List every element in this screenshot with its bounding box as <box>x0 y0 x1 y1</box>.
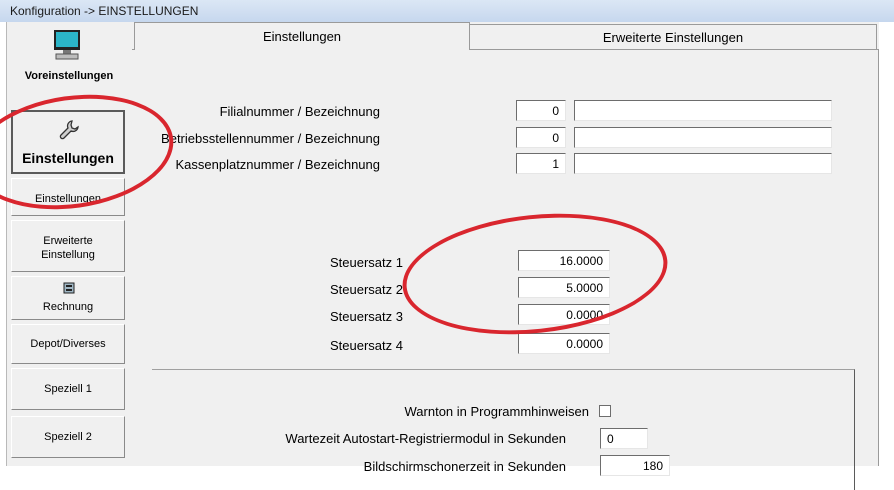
filial-number-input[interactable] <box>516 100 566 121</box>
sidebar-item-einstellungen[interactable]: Einstellungen <box>11 110 125 174</box>
sidebar-item-depot[interactable]: Depot/Diverses <box>11 324 125 364</box>
sidebar-item-einstellungen-sub[interactable]: Einstellungen <box>11 178 125 216</box>
sidebar: Voreinstellungen Einstellungen Einstellu… <box>7 22 132 466</box>
steuersatz-4-input[interactable] <box>518 333 610 354</box>
steuersatz-2-label: Steuersatz 2 <box>330 282 403 297</box>
steuersatz-3-input[interactable] <box>518 304 610 325</box>
sidebar-item-label: Erweiterte <box>43 235 93 247</box>
kassen-number-input[interactable] <box>516 153 566 174</box>
tab-erweiterte-einstellungen[interactable]: Erweiterte Einstellungen <box>469 24 877 49</box>
main-panel: Einstellungen Erweiterte Einstellungen F… <box>132 22 879 490</box>
title-bar: Konfiguration -> EINSTELLUNGEN <box>0 0 894 22</box>
tab-label: Einstellungen <box>262 29 342 44</box>
betrieb-number-input[interactable] <box>516 127 566 148</box>
sidebar-item-label: Einstellung <box>41 249 95 261</box>
invoice-icon <box>63 282 75 297</box>
sidebar-item-speziell2[interactable]: Speziell 2 <box>11 416 125 458</box>
sidebar-item-label: Depot/Diverses <box>30 338 106 350</box>
betrieb-label: Betriebsstellennummer / Bezeichnung <box>161 131 380 146</box>
steuersatz-1-label: Steuersatz 1 <box>330 255 403 270</box>
config-window: Voreinstellungen Einstellungen Einstellu… <box>6 22 879 490</box>
sidebar-item-label: Speziell 1 <box>44 383 92 395</box>
sidebar-item-label: Speziell 2 <box>44 431 92 443</box>
steuersatz-2-input[interactable] <box>518 277 610 298</box>
kassen-label: Kassenplatznummer / Bezeichnung <box>175 157 380 172</box>
kassen-name-input[interactable] <box>574 153 832 174</box>
options-group: Warnton in Programmhinweisen Wartezeit A… <box>152 369 855 490</box>
filial-label: Filialnummer / Bezeichnung <box>219 104 380 119</box>
steuersatz-3-label: Steuersatz 3 <box>330 309 403 324</box>
window-title: Konfiguration -> EINSTELLUNGEN <box>10 4 199 18</box>
filial-name-input[interactable] <box>574 100 832 121</box>
betrieb-name-input[interactable] <box>574 127 832 148</box>
wartezeit-label: Wartezeit Autostart-Registriermodul in S… <box>285 431 566 446</box>
wartezeit-input[interactable] <box>600 428 648 449</box>
sidebar-item-erweiterte[interactable]: Erweiterte Einstellung <box>11 220 125 272</box>
sidebar-item-label: Einstellungen <box>34 193 102 205</box>
tab-einstellungen[interactable]: Einstellungen <box>134 22 470 50</box>
warnton-label: Warnton in Programmhinweisen <box>404 404 589 419</box>
warnton-checkbox[interactable] <box>599 405 611 417</box>
sidebar-item-voreinstellungen[interactable]: Voreinstellungen <box>10 24 128 86</box>
sidebar-item-speziell1[interactable]: Speziell 1 <box>11 368 125 410</box>
bildschirmschoner-label: Bildschirmschonerzeit in Sekunden <box>363 459 566 474</box>
computer-icon <box>50 28 84 65</box>
sidebar-item-label: Rechnung <box>42 301 94 313</box>
steuersatz-4-label: Steuersatz 4 <box>330 338 403 353</box>
sidebar-item-label: Voreinstellungen <box>24 70 114 82</box>
wrench-icon <box>57 118 81 145</box>
sidebar-item-label: Einstellungen <box>22 150 114 166</box>
steuersatz-1-input[interactable] <box>518 250 610 271</box>
sidebar-item-rechnung[interactable]: Rechnung <box>11 276 125 320</box>
tab-label: Erweiterte Einstellungen <box>602 30 744 45</box>
